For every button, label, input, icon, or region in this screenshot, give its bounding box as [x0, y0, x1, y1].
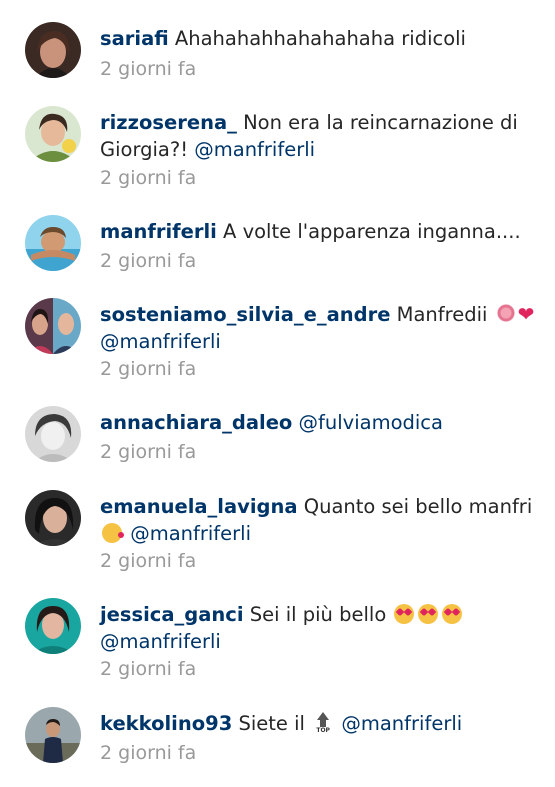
- heart-eyes-emoji-icon: [442, 604, 463, 624]
- heart-eyes-emoji-icon: [418, 604, 439, 624]
- top-arrow-emoji-icon: TOP: [315, 712, 331, 734]
- heart-eyes-emoji-icon: [394, 604, 415, 624]
- comment-mention[interactable]: @manfriferli: [100, 330, 221, 353]
- comment-body: emanuela_lavigna Quanto sei bello manfri…: [100, 493, 543, 547]
- comment-text: A volte l'apparenza inganna....: [223, 220, 521, 243]
- comment-timestamp: 2 giorni fa: [100, 250, 197, 272]
- avatar[interactable]: [25, 490, 81, 546]
- face-blowing-kiss-emoji-icon: [102, 523, 124, 543]
- avatar[interactable]: [25, 406, 81, 462]
- comment-body: sosteniamo_silvia_e_andre Manfredii ❤ @m…: [100, 301, 543, 355]
- comment-username[interactable]: emanuela_lavigna: [100, 495, 298, 518]
- avatar[interactable]: [25, 106, 81, 162]
- comment-body: jessica_ganci Sei il più bello @manfrife…: [100, 601, 543, 655]
- comment-username[interactable]: sosteniamo_silvia_e_andre: [100, 303, 390, 326]
- comment-timestamp: 2 giorni fa: [100, 550, 197, 572]
- comment-username[interactable]: jessica_ganci: [100, 603, 244, 626]
- comment-mention[interactable]: @manfriferli: [194, 138, 315, 161]
- comment-timestamp: 2 giorni fa: [100, 658, 197, 680]
- avatar[interactable]: [25, 598, 81, 654]
- avatar[interactable]: [25, 215, 81, 271]
- comment-timestamp: 2 giorni fa: [100, 441, 197, 463]
- comment-mention[interactable]: @manfriferli: [100, 630, 221, 653]
- comment-timestamp: 2 giorni fa: [100, 167, 197, 189]
- comment-username[interactable]: rizzoserena_: [100, 111, 237, 134]
- avatar[interactable]: [25, 707, 81, 763]
- comment-username[interactable]: annachiara_daleo: [100, 411, 292, 434]
- comment-body: manfriferli A volte l'apparenza inganna.…: [100, 218, 543, 245]
- comment-username[interactable]: manfriferli: [100, 220, 217, 243]
- comment-body: rizzoserena_ Non era la reincarnazione d…: [100, 109, 543, 163]
- top-label: TOP: [316, 727, 330, 734]
- comment-body: annachiara_daleo @fulviamodica: [100, 409, 543, 436]
- comment-text: Sei il più bello: [249, 603, 387, 626]
- comments-list: sariafi Ahahahahhahahahaha ridicoli 2 gi…: [0, 0, 555, 787]
- comment-body: sariafi Ahahahahhahahahaha ridicoli: [100, 25, 543, 52]
- rose-emoji-icon: [495, 304, 516, 324]
- avatar[interactable]: [25, 22, 81, 78]
- comment-body: kekkolino93 Siete il TOP @manfriferli: [100, 710, 543, 737]
- comment-mention[interactable]: @manfriferli: [130, 522, 251, 545]
- avatar[interactable]: [25, 298, 81, 354]
- comment-text: Quanto sei bello manfri: [303, 495, 533, 518]
- comment-timestamp: 2 giorni fa: [100, 358, 197, 380]
- comment-timestamp: 2 giorni fa: [100, 742, 197, 764]
- comment-mention[interactable]: @manfriferli: [341, 712, 462, 735]
- red-heart-emoji-icon: ❤: [517, 302, 535, 326]
- comment-username[interactable]: sariafi: [100, 27, 169, 50]
- comment-mention[interactable]: @fulviamodica: [299, 411, 443, 434]
- comment-username[interactable]: kekkolino93: [100, 712, 232, 735]
- comment-text: Manfredii: [396, 303, 488, 326]
- comment-timestamp: 2 giorni fa: [100, 58, 197, 80]
- comment-text: Ahahahahhahahahaha ridicoli: [174, 27, 466, 50]
- comment-text: Siete il: [238, 712, 305, 735]
